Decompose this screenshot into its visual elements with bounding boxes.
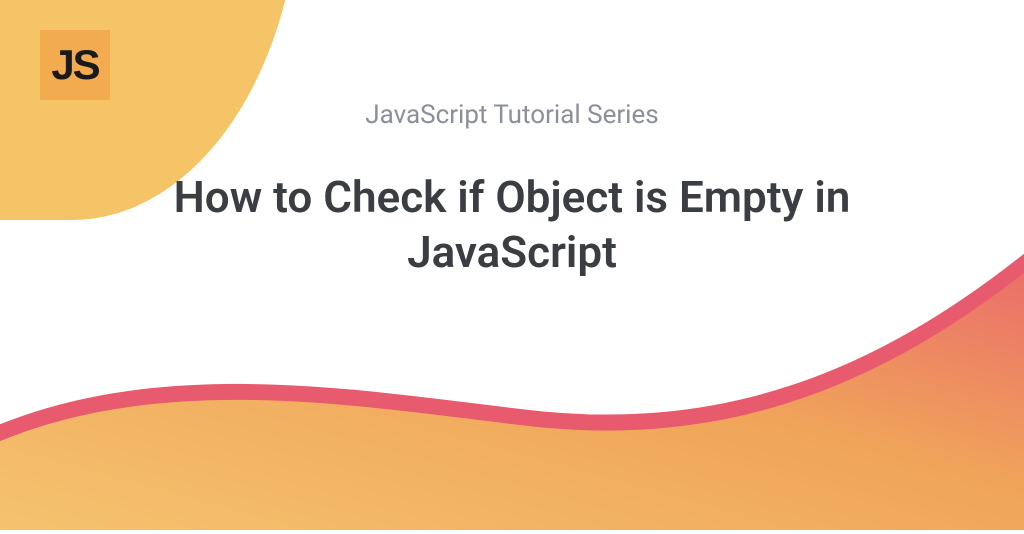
article-title: How to Check if Object is Empty in JavaS… xyxy=(72,170,952,280)
js-logo: JS xyxy=(40,30,110,100)
content-area: JavaScript Tutorial Series How to Check … xyxy=(0,100,1024,280)
series-subtitle: JavaScript Tutorial Series xyxy=(0,100,1024,130)
decorative-wave-bottom xyxy=(0,250,1024,530)
js-logo-text: JS xyxy=(51,41,98,89)
